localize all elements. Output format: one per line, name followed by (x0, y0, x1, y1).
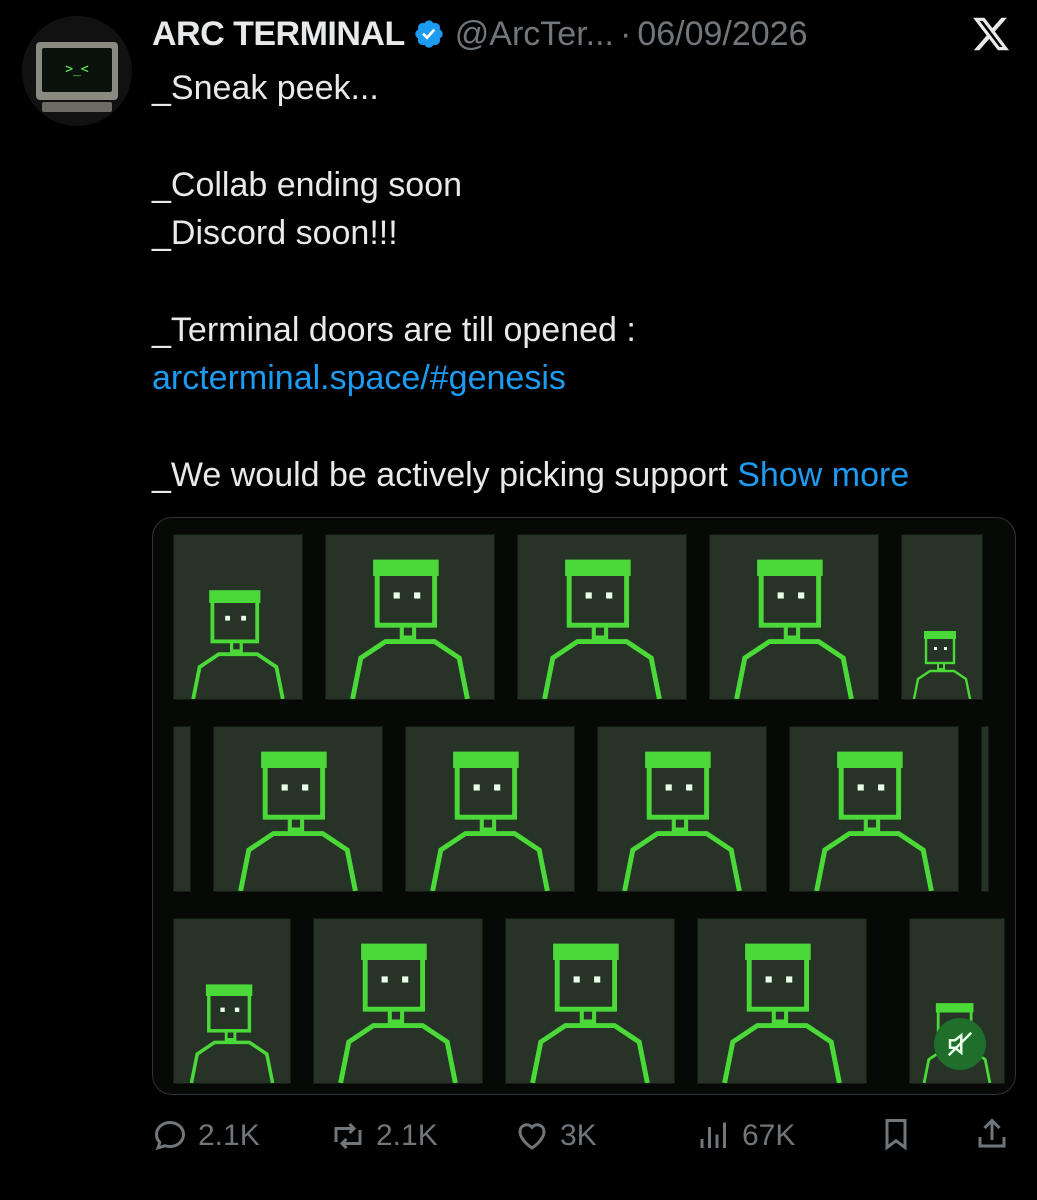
post-media-video[interactable] (152, 517, 1016, 1095)
x-logo-icon (973, 17, 1010, 51)
post-last-line: _We would be actively picking support (152, 456, 728, 495)
pixel-character-tile (213, 726, 383, 892)
computer-monitor-icon: >_< (36, 42, 118, 100)
post-link[interactable]: arcterminal.space/#genesis (152, 359, 566, 397)
post-line: _Collab ending soon (152, 165, 463, 204)
post-line (152, 112, 909, 160)
reply-bubble-icon (154, 1120, 186, 1151)
pixel-character-tile (173, 534, 303, 700)
repost-button[interactable]: 2.1K (330, 1114, 438, 1158)
like-count: 3K (560, 1119, 597, 1152)
share-icon[interactable] (974, 1116, 1010, 1152)
pixel-character-tile (597, 726, 767, 892)
pixel-character-tile (313, 918, 483, 1084)
pixel-character-tile (173, 726, 191, 892)
verified-badge-icon (415, 20, 443, 48)
views-bar-chart-icon (700, 1122, 726, 1148)
pixel-character-tile (173, 918, 291, 1084)
pixel-character-tile (789, 726, 959, 892)
avatar-screen-text: >_< (42, 48, 112, 92)
like-button[interactable]: 3K (514, 1114, 597, 1158)
pixel-character-tile (901, 534, 983, 700)
pixel-character-tile (709, 534, 879, 700)
post-line: _Terminal doors are till opened : (152, 310, 636, 349)
mute-toggle-button[interactable] (934, 1018, 986, 1070)
pixel-character-tile (697, 918, 867, 1084)
views-button[interactable]: 67K (696, 1114, 795, 1158)
post-line (152, 403, 909, 451)
pixel-character-tile (405, 726, 575, 892)
pixel-character-tile (505, 918, 675, 1084)
post-actions-bar: 2.1K 2.1K 3K 67K (152, 1114, 1014, 1158)
post-line: _Discord soon!!! (152, 214, 398, 253)
post-date[interactable]: 06/09/2026 (637, 15, 807, 54)
bookmark-icon[interactable] (878, 1116, 914, 1152)
post-line (152, 258, 909, 306)
post-text: _Sneak peek... _Collab ending soon _Disc… (152, 64, 909, 500)
author-avatar[interactable]: >_< (22, 16, 132, 126)
pixel-character-tile (517, 534, 687, 700)
heart-icon (518, 1123, 546, 1150)
post-header: ARC TERMINAL @ArcTer... · 06/09/2026 (152, 12, 807, 56)
repost-count: 2.1K (376, 1119, 438, 1152)
reply-button[interactable]: 2.1K (152, 1114, 260, 1158)
views-count: 67K (742, 1119, 796, 1152)
pixel-character-tile (325, 534, 495, 700)
repost-arrows-icon (334, 1122, 362, 1150)
pixel-character-tile (981, 726, 989, 892)
show-more-link[interactable]: Show more (737, 456, 909, 494)
speaker-muted-icon (947, 1031, 973, 1057)
header-separator: · (619, 14, 632, 53)
reply-count: 2.1K (198, 1119, 260, 1152)
author-handle[interactable]: @ArcTer... (455, 15, 614, 54)
author-name[interactable]: ARC TERMINAL (152, 15, 405, 54)
monitor-base (42, 102, 112, 112)
post-line: _Sneak peek... (152, 69, 379, 107)
